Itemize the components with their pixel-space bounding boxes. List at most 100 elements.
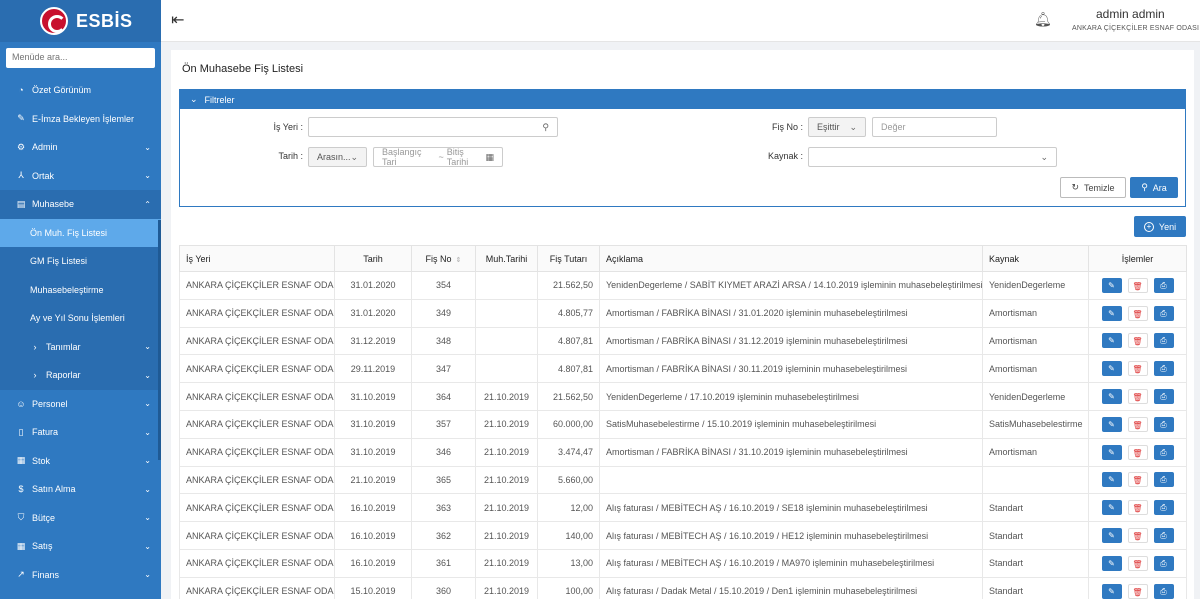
table-row[interactable]: ANKARA ÇİÇEKÇİLER ESNAF ODASI 31.01.2020 3… [179,271,1187,300]
notification-bell-icon[interactable]: 🔔︎ [1034,11,1052,28]
trash-icon[interactable]: 🗑︎ [1127,444,1148,460]
edit-icon[interactable]: ✎ [1101,277,1122,293]
edit-icon[interactable]: ✎ [1101,361,1122,377]
submenu-item-4[interactable]: › Tanımlar ⌄ [0,333,161,362]
sidebar-item-after-2[interactable]: ▦ Stok ⌄ [0,447,161,476]
cell-tarih: 31.10.2019 [334,437,412,467]
edit-icon[interactable]: ✎ [1101,583,1122,599]
trash-icon[interactable]: 🗑︎ [1127,555,1148,571]
submenu-item-0[interactable]: Ön Muh. Fiş Listesi [0,218,161,247]
trash-icon[interactable]: 🗑︎ [1127,528,1148,544]
edit-icon[interactable]: ✎ [1101,305,1122,321]
chevron-right-icon: › [33,341,37,352]
table-row[interactable]: ANKARA ÇİÇEKÇİLER ESNAF ODASI 31.10.2019 3… [179,382,1187,411]
fisno-operator-select[interactable]: Eşittir ⌄ [808,117,866,137]
print-icon[interactable]: ⎙ [1153,277,1174,293]
kaynak-select[interactable]: ⌄ [808,147,1057,167]
edit-icon[interactable]: ✎ [1101,389,1122,405]
edit-icon[interactable]: ✎ [1101,444,1122,460]
table-row[interactable]: ANKARA ÇİÇEKÇİLER ESNAF ODASI 29.11.2019 3… [179,354,1187,384]
fisno-value-input[interactable]: Değer [872,117,997,137]
sidebar-item-4[interactable]: ▤ Muhasebe ⌃ [0,190,161,219]
sort-icon[interactable]: ⇕ [456,257,462,264]
col-header-fisno[interactable]: Fiş No ⇕ [411,245,476,272]
print-icon[interactable]: ⎙ [1153,583,1174,599]
submenu-item-1[interactable]: GM Fiş Listesi [0,247,161,276]
table-row[interactable]: ANKARA ÇİÇEKÇİLER ESNAF ODASI 31.10.2019 3… [179,409,1187,439]
sidebar-item-after-0[interactable]: ☺ Personel ⌄ [0,390,161,419]
sidebar-scrollbar[interactable] [158,220,161,460]
print-icon[interactable]: ⎙ [1153,500,1174,516]
cell-aciklama: SatisMuhasebelestirme / 15.10.2019 işlem… [599,409,983,439]
print-icon[interactable]: ⎙ [1153,333,1174,349]
print-icon[interactable]: ⎙ [1153,389,1174,405]
search-button[interactable]: ⚲ Ara [1130,177,1178,198]
isyeri-select[interactable]: ⚲ [308,117,558,137]
sidebar-item-after-3[interactable]: $ Satın Alma ⌄ [0,475,161,504]
print-icon[interactable]: ⎙ [1153,416,1174,432]
menu-toggle-icon[interactable]: ⇤ [171,10,184,30]
trash-icon[interactable]: 🗑︎ [1127,361,1148,377]
logo-bar[interactable]: ESBİS [0,0,161,42]
trash-icon[interactable]: 🗑︎ [1127,389,1148,405]
sidebar-item-2[interactable]: ⚙ Admin ⌄ [0,133,161,162]
sidebar-item-3[interactable]: ⅄ Ortak ⌄ [0,162,161,191]
menu-search[interactable] [6,48,155,68]
col-header-tarih[interactable]: Tarih [334,245,412,272]
print-icon[interactable]: ⎙ [1153,305,1174,321]
col-header-isyeri[interactable]: İş Yeri [179,245,335,272]
menu-search-input[interactable] [12,52,149,62]
trash-icon[interactable]: 🗑︎ [1127,305,1148,321]
print-icon[interactable]: ⎙ [1153,361,1174,377]
col-header-fistutari[interactable]: Fiş Tutarı [537,245,600,272]
col-header-aciklama[interactable]: Açıklama [599,245,983,272]
table-row[interactable]: ANKARA ÇİÇEKÇİLER ESNAF ODASI 16.10.2019 3… [179,493,1187,523]
edit-icon[interactable]: ✎ [1101,500,1122,516]
col-header-muhtarihi[interactable]: Muh.Tarihi [475,245,538,272]
sidebar-item-1[interactable]: ✎ E-İmza Bekleyen İşlemler [0,105,161,134]
date-range-picker[interactable]: Başlangıç Tari ~ Bitiş Tarihi ▦ [373,147,503,167]
user-name[interactable]: admin admin [1096,7,1165,21]
cell-isyeri: ANKARA ÇİÇEKÇİLER ESNAF ODASI [179,521,335,550]
table-row[interactable]: ANKARA ÇİÇEKÇİLER ESNAF ODASI 16.10.2019 3… [179,548,1187,578]
trash-icon[interactable]: 🗑︎ [1127,416,1148,432]
sidebar-item-after-1[interactable]: ▯ Fatura ⌄ [0,418,161,447]
table-row[interactable]: ANKARA ÇİÇEKÇİLER ESNAF ODASI 31.01.2020 3… [179,298,1187,328]
print-icon[interactable]: ⎙ [1153,444,1174,460]
sidebar-item-after-5[interactable]: ▦ Satış ⌄ [0,532,161,561]
submenu-item-2[interactable]: Muhasebeleştirme [0,276,161,305]
edit-icon[interactable]: ✎ [1101,528,1122,544]
table-row[interactable]: ANKARA ÇİÇEKÇİLER ESNAF ODASI 15.10.2019 3… [179,576,1187,599]
print-icon[interactable]: ⎙ [1153,555,1174,571]
print-icon[interactable]: ⎙ [1153,528,1174,544]
edit-icon[interactable]: ✎ [1101,416,1122,432]
app-name: ESBİS [76,10,133,31]
sidebar-item-after-4[interactable]: ⛉ Bütçe ⌄ [0,504,161,533]
table-row[interactable]: ANKARA ÇİÇEKÇİLER ESNAF ODASI 16.10.2019 3… [179,521,1187,550]
submenu-item-5[interactable]: › Raporlar ⌄ [0,361,161,390]
trash-icon[interactable]: 🗑︎ [1127,583,1148,599]
filter-panel-header[interactable]: ⌄ Filtreler [180,90,1185,109]
tarih-mode-select[interactable]: Arasın... ⌄ [308,147,367,167]
table-row[interactable]: ANKARA ÇİÇEKÇİLER ESNAF ODASI 31.12.2019 3… [179,326,1187,356]
trash-icon[interactable]: 🗑︎ [1127,277,1148,293]
col-header-kaynak[interactable]: Kaynak [982,245,1089,272]
edit-icon[interactable]: ✎ [1101,555,1122,571]
table-row[interactable]: ANKARA ÇİÇEKÇİLER ESNAF ODASI 31.10.2019 3… [179,437,1187,467]
edit-icon[interactable]: ✎ [1101,333,1122,349]
tarih-mode-value: Arasın... [317,152,351,162]
sidebar-item-after-6[interactable]: ↗ Finans ⌄ [0,561,161,590]
sidebar-item-0[interactable]: ◔ Özet Görünüm [0,76,161,105]
page-title: Ön Muhasebe Fiş Listesi [182,63,304,75]
print-icon[interactable]: ⎙ [1153,472,1174,488]
trash-icon[interactable]: 🗑︎ [1127,472,1148,488]
trash-icon[interactable]: 🗑︎ [1127,500,1148,516]
trash-icon[interactable]: 🗑︎ [1127,333,1148,349]
isyeri-label: İş Yeri : [273,122,303,132]
edit-icon[interactable]: ✎ [1101,472,1122,488]
table-row[interactable]: ANKARA ÇİÇEKÇİLER ESNAF ODASI 21.10.2019 3… [179,465,1187,495]
submenu-item-3[interactable]: Ay ve Yıl Sonu İşlemleri [0,304,161,333]
cell-kaynak: Amortisman [982,354,1089,384]
new-button[interactable]: + Yeni [1134,216,1186,237]
clear-button[interactable]: ↻ Temizle [1060,177,1126,198]
